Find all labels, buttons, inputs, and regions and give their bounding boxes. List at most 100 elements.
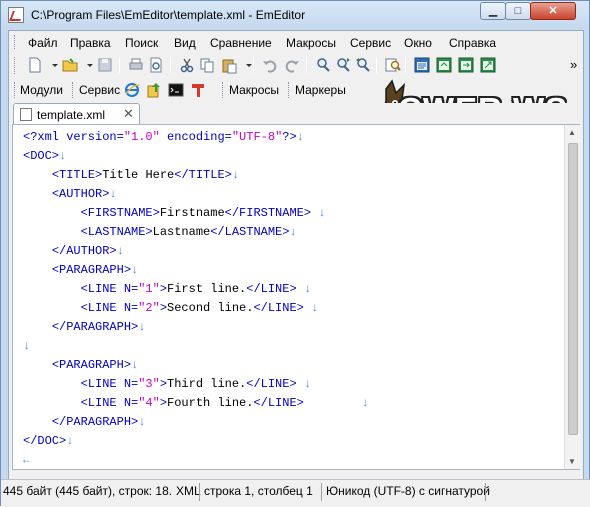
minimize-button[interactable]: ▁ <box>480 2 506 20</box>
emeditor-app-icon[interactable] <box>8 7 24 23</box>
cut-icon[interactable] <box>178 56 196 74</box>
markers-toolbar-label[interactable]: Маркеры <box>295 83 346 97</box>
vertical-scrollbar[interactable]: ▲ ▼ <box>564 125 580 469</box>
tools-toolbar-label[interactable]: Сервис <box>79 83 120 97</box>
editor-line[interactable]: <TITLE>Title Here</TITLE>↓ <box>23 166 369 185</box>
scroll-up-icon[interactable]: ▲ <box>568 128 576 137</box>
toolbar-overflow-icon[interactable]: » <box>570 57 577 72</box>
editor-line[interactable]: <FIRSTNAME>Firstname</FIRSTNAME> ↓ <box>23 204 369 223</box>
toolbar-grip[interactable] <box>222 82 225 98</box>
command-prompt-icon[interactable] <box>167 81 185 99</box>
editor-line[interactable]: </PARAGRAPH>↓ <box>23 318 369 337</box>
menu-tools[interactable]: Сервис <box>350 36 391 50</box>
line-break-marker: ↓ <box>23 339 31 353</box>
code-token: </AUTHOR> <box>51 244 117 258</box>
code-token: Title Here <box>102 168 175 182</box>
editor-line[interactable]: <LINE N="1">First line.</LINE> ↓ <box>23 280 369 299</box>
toolbar-separator <box>306 57 307 73</box>
editor-line[interactable]: <LINE N="3">Third line.</LINE> ↓ <box>23 375 369 394</box>
menu-compare[interactable]: Сравнение <box>210 36 272 50</box>
new-file-icon[interactable] <box>26 56 44 74</box>
tab-label: template.xml <box>37 108 106 122</box>
code-token: </LINE> <box>246 377 297 391</box>
editor-line[interactable]: <LINE N="4">Fourth line.</LINE> ↓ <box>23 394 369 413</box>
tab-template-xml[interactable]: template.xml ✕ <box>13 103 140 124</box>
save-icon[interactable] <box>96 56 114 74</box>
print-icon[interactable] <box>127 56 145 74</box>
menu-help[interactable]: Справка <box>449 36 496 50</box>
print-preview-icon[interactable] <box>147 56 165 74</box>
code-token: <LINE N= <box>80 377 139 391</box>
find-next-icon[interactable] <box>334 56 352 74</box>
line-break-marker: ↓ <box>131 263 139 277</box>
menu-file[interactable]: Файл <box>28 36 58 50</box>
editor-line[interactable]: <DOC>↓ <box>23 147 369 166</box>
editor-line[interactable]: ← <box>23 451 369 470</box>
new-dropdown-icon[interactable] <box>46 56 58 74</box>
close-button[interactable]: ✕ <box>530 2 576 20</box>
menubar-grip[interactable] <box>14 35 17 49</box>
code-token: "1" <box>138 282 160 296</box>
code-token: </PARAGRAPH> <box>51 320 139 334</box>
editor-line[interactable]: <PARAGRAPH>↓ <box>23 261 369 280</box>
editor-line[interactable]: <PARAGRAPH>↓ <box>23 356 369 375</box>
document-tabs: template.xml ✕ <box>9 103 583 124</box>
code-token: > <box>159 301 168 315</box>
line-break-marker: ↓ <box>318 206 326 220</box>
menu-window[interactable]: Окно <box>404 36 432 50</box>
editor-line[interactable]: <LASTNAME>Lastname</LASTNAME>↓ <box>23 223 369 242</box>
upload-icon[interactable] <box>145 81 163 99</box>
editor-line[interactable]: </AUTHOR>↓ <box>23 242 369 261</box>
status-file-type[interactable]: XML <box>176 483 201 501</box>
redo-icon[interactable] <box>283 56 301 74</box>
editor-line[interactable]: <?xml version="1.0" encoding="UTF-8"?>↓ <box>23 128 369 147</box>
toolbar-separator <box>376 57 377 73</box>
toolbar-grip[interactable] <box>288 82 291 98</box>
menu-search[interactable]: Поиск <box>125 36 158 50</box>
code-token: <AUTHOR> <box>51 187 110 201</box>
menu-view[interactable]: Вид <box>174 36 196 50</box>
line-break-marker: ↓ <box>138 320 146 334</box>
title-bar[interactable]: C:\Program Files\EmEditor\template.xml -… <box>1 1 589 29</box>
copy-icon[interactable] <box>198 56 216 74</box>
editor-line[interactable]: <AUTHOR>↓ <box>23 185 369 204</box>
status-encoding[interactable]: Юникод (UTF-8) с сигнатурой <box>326 483 490 501</box>
internet-explorer-icon[interactable] <box>123 81 141 99</box>
toolbar-grip[interactable] <box>72 82 75 98</box>
editor-line[interactable]: ↓ <box>23 337 369 356</box>
code-token: <TITLE> <box>51 168 103 182</box>
toolbar-grip[interactable] <box>14 82 17 98</box>
code-token: <PARAGRAPH> <box>51 358 132 372</box>
tool-icon[interactable] <box>189 81 207 99</box>
menu-macros[interactable]: Макросы <box>286 36 336 50</box>
editor-line[interactable]: </DOC>↓ <box>23 432 369 451</box>
menu-edit[interactable]: Правка <box>70 36 111 50</box>
text-editor[interactable]: <?xml version="1.0" encoding="UTF-8"?>↓ <… <box>12 124 580 470</box>
editor-content[interactable]: <?xml version="1.0" encoding="UTF-8"?>↓ <… <box>23 128 369 470</box>
paste-dropdown-icon[interactable] <box>240 56 252 74</box>
macros-toolbar-label[interactable]: Макросы <box>229 83 279 97</box>
maximize-button[interactable]: □ <box>505 2 531 20</box>
find-icon[interactable] <box>314 56 332 74</box>
code-token: <FIRSTNAME> <box>80 206 160 220</box>
scrollbar-thumb[interactable] <box>568 143 578 435</box>
editor-line[interactable]: </PARAGRAPH>↓ <box>23 413 369 432</box>
open-dropdown-icon[interactable] <box>81 56 93 74</box>
plugins-toolbar-label[interactable]: Модули <box>20 83 63 97</box>
line-break-marker: ↓ <box>296 130 304 144</box>
scroll-down-icon[interactable]: ▼ <box>568 457 576 466</box>
status-divider <box>321 483 322 501</box>
code-token: </LINE> <box>253 396 304 410</box>
find-prev-icon[interactable] <box>354 56 372 74</box>
open-folder-icon[interactable] <box>61 56 79 74</box>
toolbar-grip[interactable] <box>14 57 17 74</box>
status-file-size: 445 байт (445 байт), строк: 18. <box>3 484 173 498</box>
paste-icon[interactable] <box>220 56 238 74</box>
code-token: Third line. <box>167 377 247 391</box>
undo-icon[interactable] <box>261 56 279 74</box>
tab-close-icon[interactable]: ✕ <box>123 106 134 122</box>
editor-line[interactable]: <LINE N="2">Second line.</LINE> ↓ <box>23 299 369 318</box>
